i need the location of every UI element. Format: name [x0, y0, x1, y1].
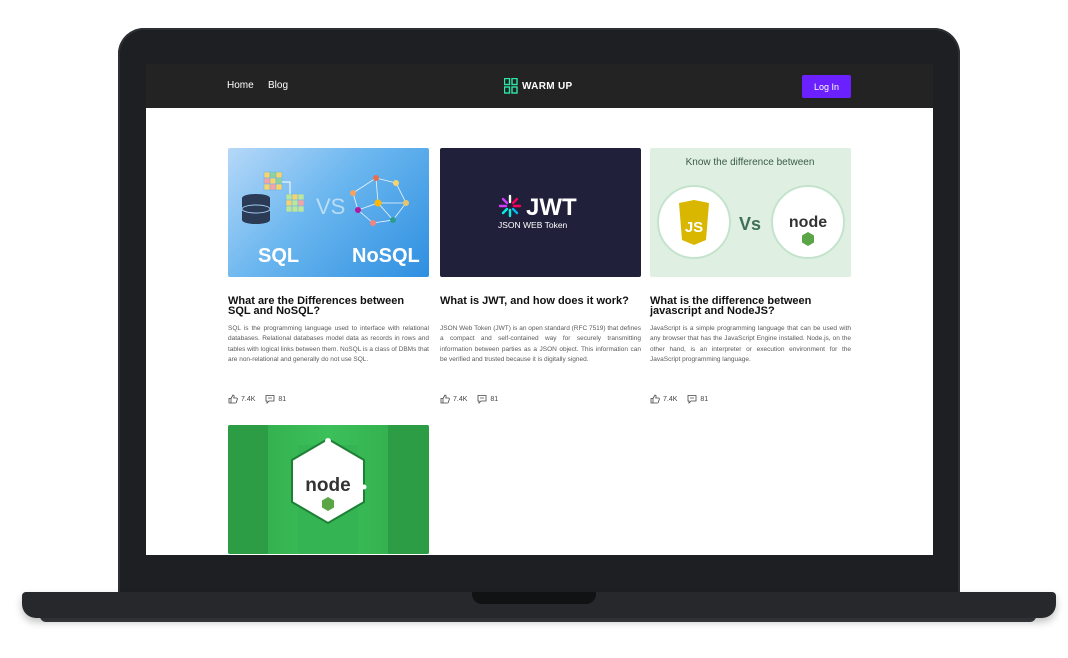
card-stats: 7.4K 81	[440, 394, 498, 404]
thumb-nosql-label: NoSQL	[352, 245, 420, 267]
blog-card[interactable]: VS SQL NoSQL What are the Differences be…	[228, 148, 429, 408]
thumb-heading: Know the difference between	[686, 157, 815, 168]
thumb-vs-label: VS	[316, 194, 345, 219]
card-title[interactable]: What is JWT, and how does it work?	[440, 296, 641, 307]
thumb-jwt-sub-label: JSON WEB Token	[498, 220, 568, 230]
card-thumbnail-sql-nosql[interactable]: VS SQL NoSQL	[228, 148, 429, 277]
js-node-illustration: Know the difference between JS Vs node	[657, 157, 845, 259]
laptop-screen: Home Blog WARM UP Log In VS SQL NoSQL Wh…	[146, 64, 933, 555]
comment-count: 81	[490, 395, 499, 403]
card-thumbnail-jwt[interactable]: JWT JSON WEB Token	[440, 148, 641, 277]
thumb-vs-label: Vs	[739, 214, 761, 234]
blog-card[interactable]: Know the difference between JS Vs node W…	[650, 148, 851, 408]
card-title[interactable]: What is the difference between javascrip…	[650, 296, 851, 317]
card-excerpt: JSON Web Token (JWT) is an open standard…	[440, 325, 641, 364]
thumb-jwt-label: JWT	[526, 194, 577, 221]
thumb-js-label: JS	[685, 219, 703, 236]
like-count: 7.4K	[453, 395, 468, 403]
comment-icon[interactable]	[687, 394, 697, 404]
top-navbar: Home Blog WARM UP Log In	[146, 64, 933, 108]
nav-link-blog[interactable]: Blog	[268, 80, 288, 91]
laptop-notch	[472, 592, 596, 604]
like-icon[interactable]	[228, 394, 238, 404]
login-button[interactable]: Log In	[802, 75, 851, 98]
nav-link-home[interactable]: Home	[227, 80, 254, 91]
card-title[interactable]: What are the Differences between SQL and…	[228, 296, 429, 317]
brand-name: WARM UP	[522, 80, 573, 92]
brand-logo[interactable]: WARM UP	[504, 78, 572, 94]
card-stats: 7.4K 81	[650, 394, 708, 404]
jwt-illustration: JWT JSON WEB Token	[498, 194, 577, 230]
card-thumbnail-node[interactable]: node	[228, 425, 429, 554]
blog-card[interactable]: JWT JSON WEB Token What is JWT, and how …	[440, 148, 641, 408]
blog-card[interactable]: node	[228, 425, 429, 555]
sql-nosql-illustration: VS SQL NoSQL	[241, 171, 420, 267]
comment-icon[interactable]	[477, 394, 487, 404]
card-excerpt: SQL is the programming language used to …	[228, 325, 429, 364]
card-excerpt: JavaScript is a simple programming langu…	[650, 325, 851, 364]
thumb-sql-label: SQL	[258, 245, 299, 267]
node-illustration: node	[228, 425, 429, 554]
comment-icon[interactable]	[265, 394, 275, 404]
card-thumbnail-js-node[interactable]: Know the difference between JS Vs node	[650, 148, 851, 277]
like-icon[interactable]	[650, 394, 660, 404]
thumb-node-label: node	[305, 475, 350, 496]
like-icon[interactable]	[440, 394, 450, 404]
comment-count: 81	[278, 395, 287, 403]
brand-grid-icon	[504, 78, 518, 94]
card-stats: 7.4K 81	[228, 394, 286, 404]
like-count: 7.4K	[241, 395, 256, 403]
thumb-node-label: node	[789, 214, 827, 231]
comment-count: 81	[700, 395, 709, 403]
like-count: 7.4K	[663, 395, 678, 403]
